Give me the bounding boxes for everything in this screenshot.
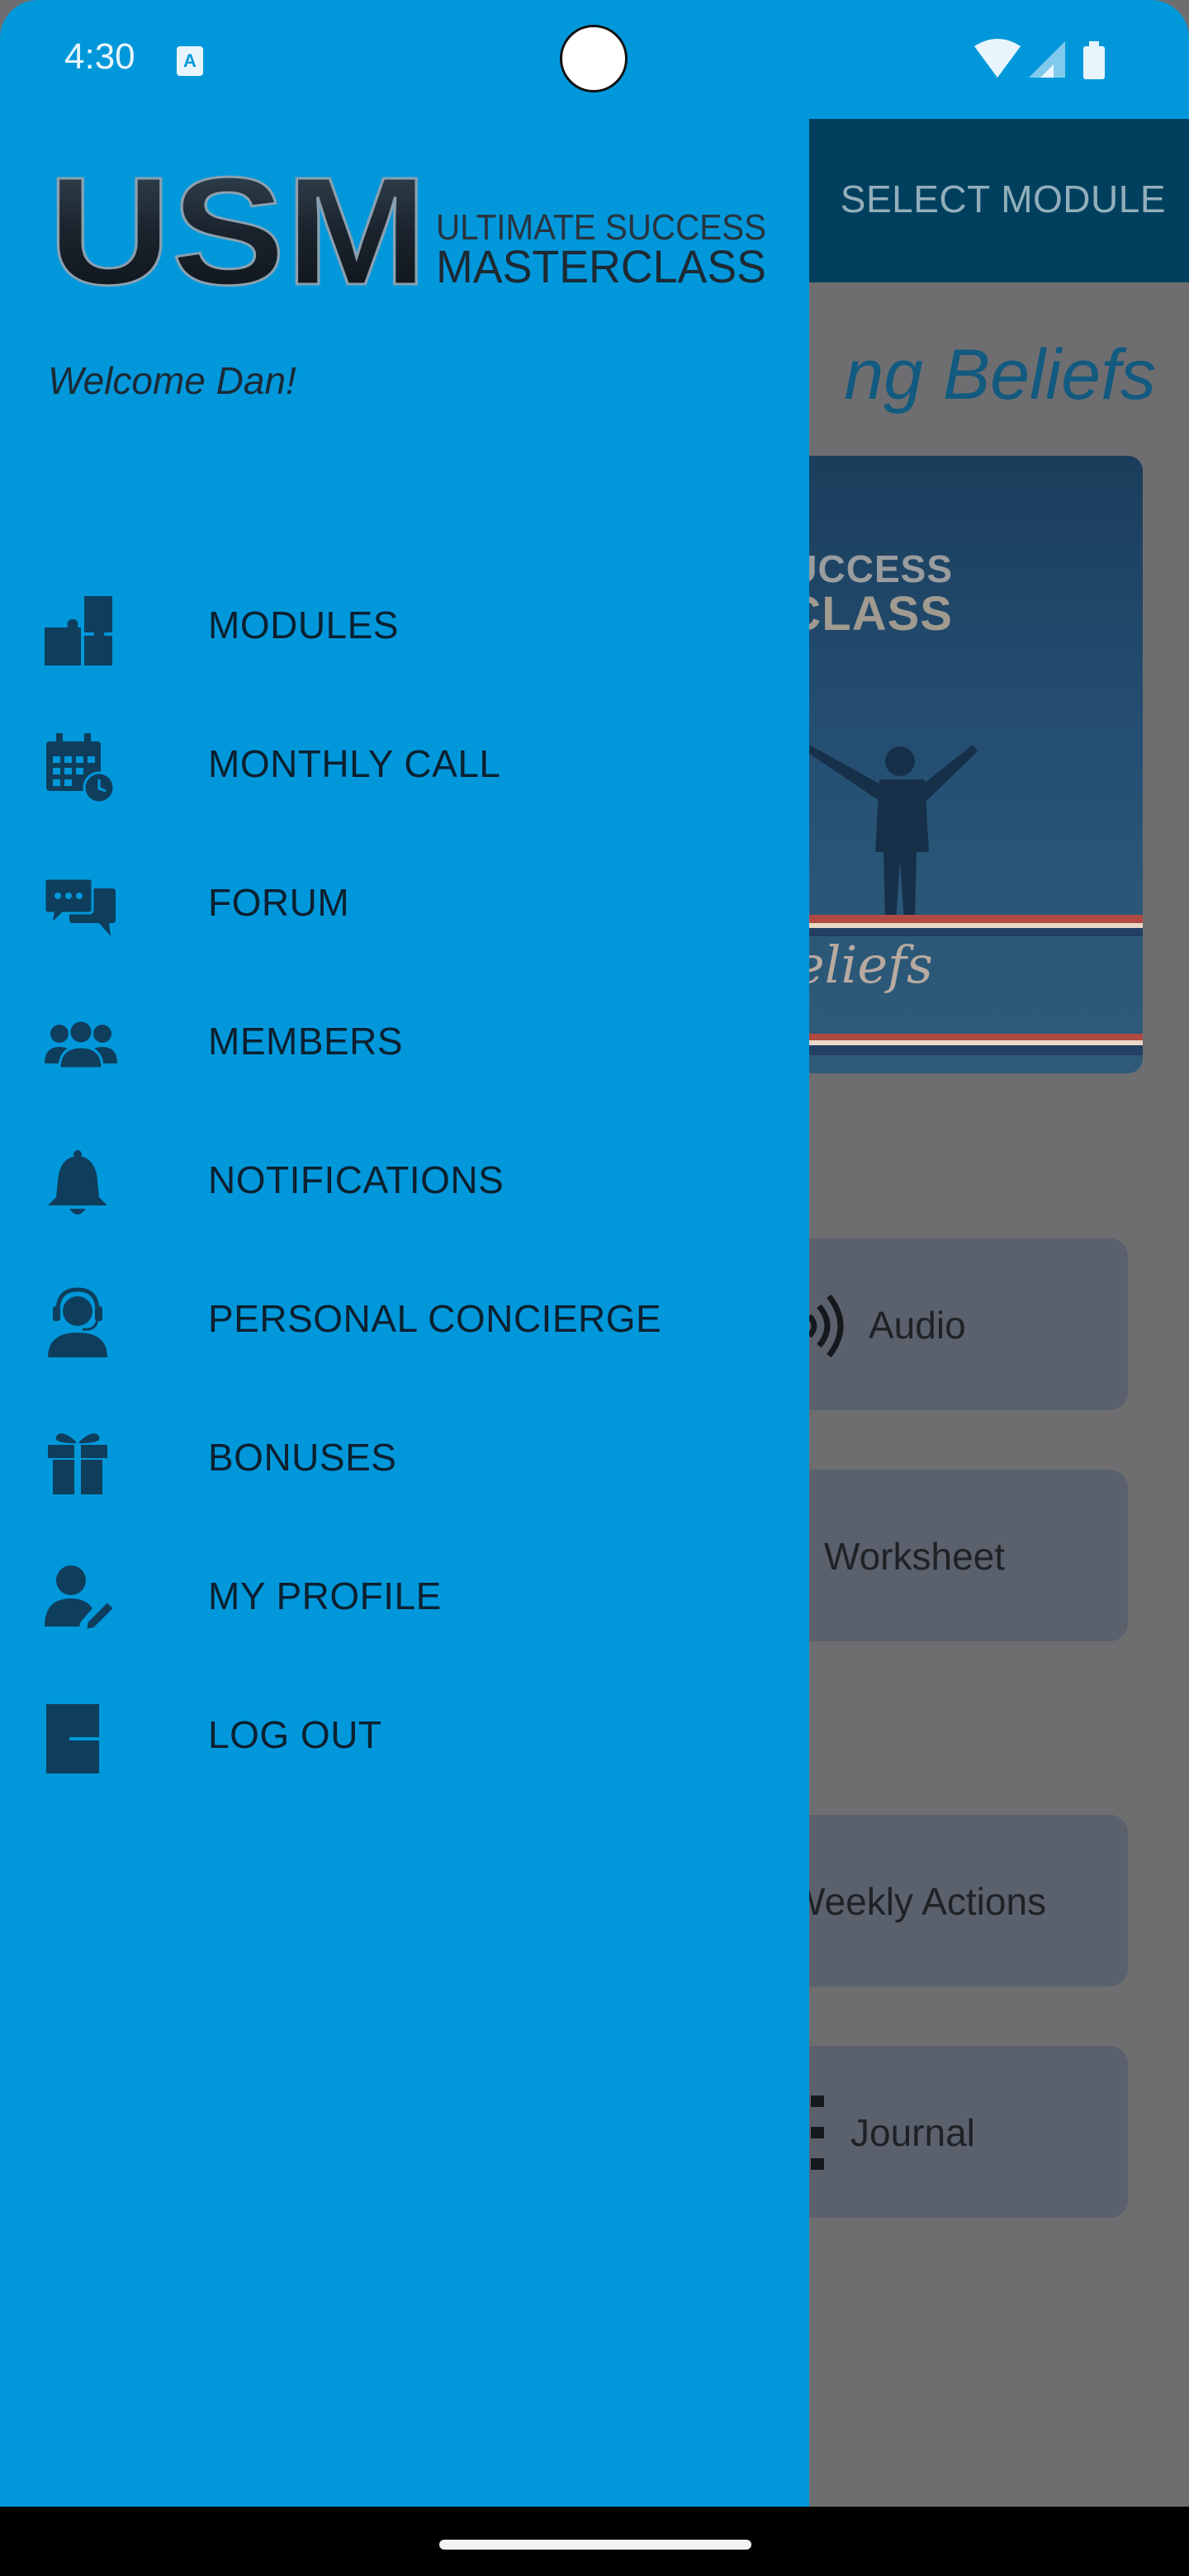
person-silhouette-icon bbox=[806, 745, 978, 922]
menu-item-members[interactable]: MEMBERS bbox=[0, 973, 809, 1111]
front-camera bbox=[560, 25, 628, 92]
user-edit-icon bbox=[45, 1565, 116, 1631]
journal-icon bbox=[811, 2095, 824, 2170]
select-module-button[interactable]: SELECT MODULE bbox=[841, 177, 1166, 221]
status-bar: 4:30 A bbox=[0, 0, 1189, 119]
chat-bubbles-icon bbox=[45, 877, 116, 936]
menu-item-log-out[interactable]: LOG OUT bbox=[0, 1666, 809, 1805]
usm-logo: USM ULTIMATE SUCCESS MASTERCLASS bbox=[48, 157, 766, 305]
puzzle-icon bbox=[45, 596, 112, 665]
journal-label: Journal bbox=[850, 2111, 975, 2154]
headset-icon bbox=[48, 1287, 107, 1357]
welcome-message: Welcome Dan! bbox=[48, 359, 296, 402]
status-icons bbox=[974, 38, 1131, 85]
wifi-icon bbox=[974, 39, 1021, 78]
system-nav-bar bbox=[0, 2507, 1189, 2576]
menu-item-personal-concierge[interactable]: PERSONAL CONCIERGE bbox=[0, 1250, 809, 1389]
cover-script-text: eliefs bbox=[794, 935, 933, 995]
weekly-actions-label: Weekly Actions bbox=[789, 1880, 1047, 1923]
menu-label-modules: MODULES bbox=[208, 604, 399, 646]
menu-item-modules[interactable]: MODULES bbox=[0, 556, 809, 695]
menu-label-personal-concierge: PERSONAL CONCIERGE bbox=[208, 1297, 662, 1340]
logout-icon bbox=[46, 1704, 116, 1773]
calendar-clock-icon bbox=[46, 733, 116, 804]
logo-letters: USM bbox=[48, 157, 428, 305]
menu-item-notifications[interactable]: NOTIFICATIONS bbox=[0, 1111, 809, 1250]
menu-label-forum: FORUM bbox=[208, 881, 350, 924]
menu-item-forum[interactable]: FORUM bbox=[0, 834, 809, 973]
battery-icon bbox=[1083, 41, 1105, 79]
navigation-drawer: USM ULTIMATE SUCCESS MASTERCLASS Welcome… bbox=[0, 119, 809, 2507]
audio-label: Audio bbox=[869, 1304, 966, 1347]
status-time: 4:30 bbox=[64, 36, 135, 77]
worksheet-label: Worksheet bbox=[824, 1535, 1006, 1578]
users-icon bbox=[45, 1019, 117, 1070]
gift-icon bbox=[48, 1433, 107, 1494]
cover-text-line2: CLASS bbox=[786, 587, 953, 641]
logo-line2: MASTERCLASS bbox=[436, 240, 766, 292]
menu-label-bonuses: BONUSES bbox=[208, 1436, 397, 1479]
menu-label-members: MEMBERS bbox=[208, 1020, 404, 1063]
menu-label-notifications: NOTIFICATIONS bbox=[208, 1158, 504, 1201]
bell-icon bbox=[48, 1150, 107, 1215]
menu-label-log-out: LOG OUT bbox=[208, 1713, 382, 1756]
home-gesture-handle[interactable] bbox=[439, 2540, 751, 2550]
cell-signal-icon bbox=[1029, 41, 1065, 78]
menu-label-my-profile: MY PROFILE bbox=[208, 1574, 442, 1617]
menu-item-monthly-call[interactable]: MONTHLY CALL bbox=[0, 695, 809, 834]
a-text-icon: A bbox=[177, 46, 203, 76]
menu-label-monthly-call: MONTHLY CALL bbox=[208, 742, 501, 785]
menu-item-bonuses[interactable]: BONUSES bbox=[0, 1389, 809, 1527]
menu-item-my-profile[interactable]: MY PROFILE bbox=[0, 1527, 809, 1666]
